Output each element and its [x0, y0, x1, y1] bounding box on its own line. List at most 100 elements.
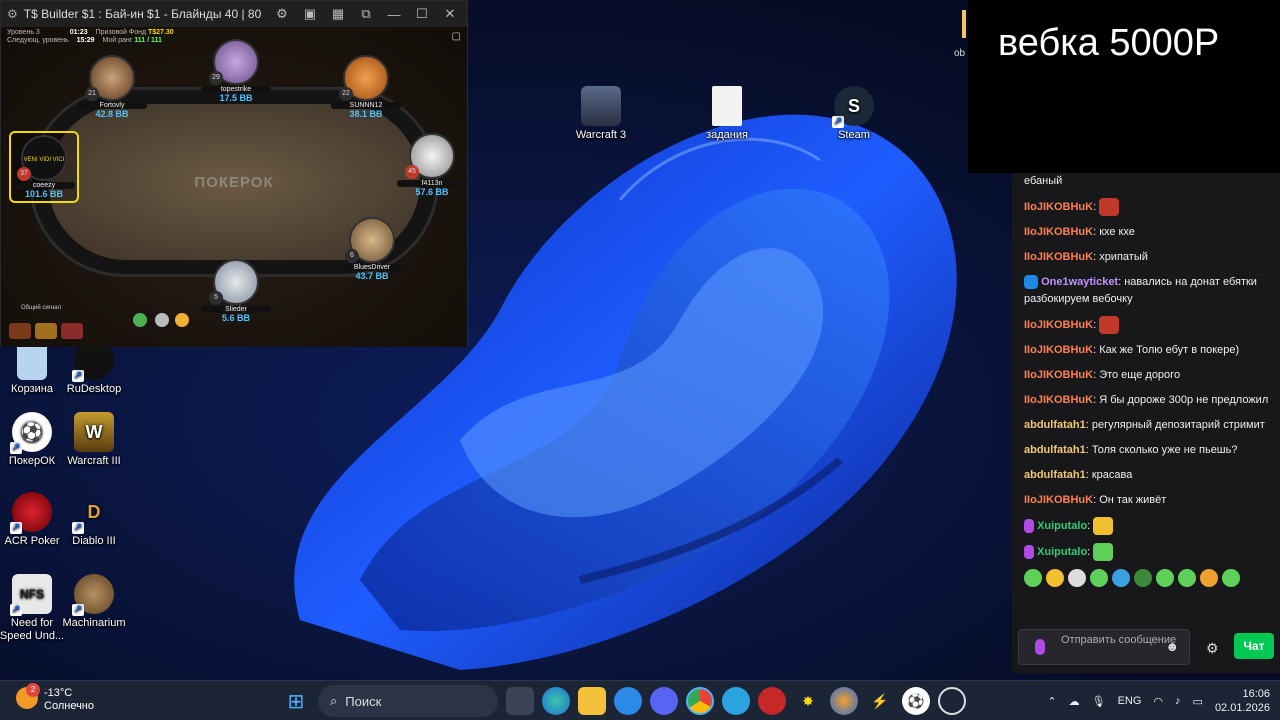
minimize-button[interactable]: —: [383, 7, 405, 22]
emote-icon[interactable]: [1046, 569, 1064, 587]
emoji-face-icon[interactable]: [175, 313, 189, 327]
avatar: 21: [85, 55, 135, 101]
emote-icon[interactable]: [1068, 569, 1086, 587]
chat-bubble-icon[interactable]: [155, 313, 169, 327]
emote-bar[interactable]: [1024, 569, 1272, 587]
promo-badge-icon[interactable]: [9, 323, 31, 339]
emote-icon: [1093, 517, 1114, 535]
emote-icon: [1099, 198, 1120, 216]
desktop-icon-warcraft3[interactable]: Warcraft 3: [565, 86, 637, 142]
taskbar-apps: ⊞ ⌕ Поиск ✸ ⚡ ⚽: [282, 685, 966, 717]
chat-emoji-icon[interactable]: [133, 313, 147, 327]
avatar: 5: [209, 259, 259, 305]
desktop-icon-tasks[interactable]: задания: [691, 86, 763, 142]
chat-message: IIoJIKOBHuK:: [1024, 198, 1272, 216]
emote-icon[interactable]: [1222, 569, 1240, 587]
stack-icon[interactable]: ⧉: [355, 6, 377, 22]
chat-message: Xuiputalo:: [1024, 543, 1272, 561]
desktop-icon-diablo3[interactable]: D ↗ Diablo III: [58, 492, 130, 548]
avatar: VENI VIDI VICI 37: [17, 135, 67, 181]
poker-window-title: T$ Builder $1 : Бай-ин $1 - Блайнды 40 |…: [23, 7, 265, 21]
poker-table-area: Уровень 3 01:23 Призовой Фонд T$27.30 Сл…: [1, 27, 467, 347]
grid-icon[interactable]: ▦: [327, 6, 349, 22]
chat-message: abdulfatah1: Толя сколько уже не пьешь?: [1024, 444, 1238, 456]
poker-titlebar[interactable]: ⚙ T$ Builder $1 : Бай-ин $1 - Блайнды 40…: [1, 1, 467, 27]
obs-label: ob: [954, 48, 966, 59]
seat-topestrike[interactable]: 29 topestrike 17.5 BB: [201, 39, 271, 103]
desktop-icon-machinarium[interactable]: ↗ Machinarium: [58, 574, 130, 630]
taskbar-search[interactable]: ⌕ Поиск: [318, 685, 498, 717]
clock[interactable]: 16:06 02.01.2026: [1215, 687, 1270, 715]
stream-chat[interactable]: ебаный IIoJIKOBHuK: IIoJIKOBHuK: кхе кхе…: [1012, 173, 1280, 673]
chat-message: abdulfatah1: красава: [1024, 469, 1133, 481]
seat-fortovly[interactable]: 21 Fortovly 42.8 BB: [77, 55, 147, 119]
chat-message-input[interactable]: Отправить сообщение ☻: [1018, 629, 1190, 665]
screenshot-icon[interactable]: ▢: [452, 31, 461, 42]
emote-icon[interactable]: [1134, 569, 1152, 587]
bet-flop-badge-icon[interactable]: [61, 323, 83, 339]
microphone-icon[interactable]: 🎙: [1092, 695, 1106, 708]
obs-icon[interactable]: ✸: [794, 687, 822, 715]
desktop-icon-warcraft3-b[interactable]: W Warcraft III: [58, 412, 130, 468]
task-view-icon[interactable]: [506, 687, 534, 715]
recorder-icon[interactable]: [938, 687, 966, 715]
desktop-icon-steam[interactable]: S ↗ Steam: [818, 86, 890, 142]
webcam-overlay: вебка 5000Р: [968, 0, 1280, 173]
close-button[interactable]: ✕: [439, 6, 461, 22]
promo-badge-icon[interactable]: [35, 323, 57, 339]
emote-icon[interactable]: [1178, 569, 1196, 587]
chat-send-button[interactable]: Чат: [1234, 633, 1274, 659]
wire-icon[interactable]: ⚡: [866, 687, 894, 715]
layout-icon[interactable]: ▣: [299, 6, 321, 22]
emote-icon[interactable]: [1024, 569, 1042, 587]
edge-icon[interactable]: [542, 687, 570, 715]
warcraft3-icon: [581, 86, 621, 126]
emote-icon[interactable]: [1112, 569, 1130, 587]
seat-f4113n[interactable]: 45 f4113n 57.6 BB: [397, 133, 467, 197]
maximize-button[interactable]: ☐: [411, 6, 433, 22]
chat-message: ебаный: [1024, 175, 1063, 187]
seat-coeezy[interactable]: VENI VIDI VICI 37 coeezy 101.6 BB: [9, 131, 79, 203]
language-indicator[interactable]: ENG: [1118, 695, 1142, 707]
poker-window[interactable]: ⚙ T$ Builder $1 : Бай-ин $1 - Блайнды 40…: [0, 0, 468, 347]
machinarium-icon: ↗: [72, 574, 114, 616]
emoji-picker-icon[interactable]: ☻: [1165, 640, 1179, 653]
browser-icon[interactable]: [830, 687, 858, 715]
emote-icon[interactable]: [1090, 569, 1108, 587]
badge-icon: [1024, 275, 1038, 290]
emote-icon[interactable]: [1200, 569, 1218, 587]
document-icon: [712, 86, 742, 126]
chat-message: One1wayticket: навались на донат ебятки …: [1024, 275, 1257, 305]
discord-icon[interactable]: [650, 687, 678, 715]
warcraft3-icon: W: [74, 412, 114, 452]
chrome-icon[interactable]: [686, 687, 714, 715]
seat-sunnn12[interactable]: 22 SUNNN12 38.1 BB: [331, 55, 401, 119]
desktop-icon-rudesktop[interactable]: ↗ RuDesktop: [58, 340, 130, 396]
pokerok-taskbar-icon[interactable]: ⚽: [902, 687, 930, 715]
seat-slieder[interactable]: 5 Slieder 5.6 BB: [201, 259, 271, 323]
microphone-icon[interactable]: [1035, 639, 1045, 655]
telegram-icon[interactable]: [722, 687, 750, 715]
settings-icon[interactable]: ⚙: [271, 6, 293, 22]
table-brand: ПОКЕРОК: [194, 174, 274, 191]
weather-temperature: -13°C: [44, 687, 73, 699]
chevron-up-icon[interactable]: ⌃: [1047, 695, 1056, 708]
file-explorer-icon[interactable]: [578, 687, 606, 715]
volume-icon[interactable]: ♪: [1175, 695, 1181, 707]
emote-icon[interactable]: [1156, 569, 1174, 587]
chat-message: IIoJIKOBHuK: Он так живёт: [1024, 494, 1167, 506]
battery-icon[interactable]: ▭: [1193, 695, 1203, 708]
chat-settings-icon[interactable]: ⚙: [1206, 640, 1219, 657]
promo-badges[interactable]: [9, 323, 83, 339]
app-icon[interactable]: [758, 687, 786, 715]
windows-start-icon[interactable]: ⊞: [282, 687, 310, 715]
nfs-icon: NFS ↗: [10, 574, 52, 616]
avatar: 29: [209, 39, 259, 85]
steam-icon: S ↗: [832, 86, 874, 128]
wifi-icon[interactable]: ◠: [1153, 695, 1163, 708]
ccleaner-icon[interactable]: [614, 687, 642, 715]
weather-widget[interactable]: 2 -13°C Солнечно: [16, 683, 94, 713]
cloud-icon[interactable]: ☁: [1069, 695, 1080, 708]
seat-bluesdriver[interactable]: 6 BluesDriver 43.7 BB: [337, 217, 407, 281]
chat-message: Xuiputalo:: [1024, 517, 1272, 535]
